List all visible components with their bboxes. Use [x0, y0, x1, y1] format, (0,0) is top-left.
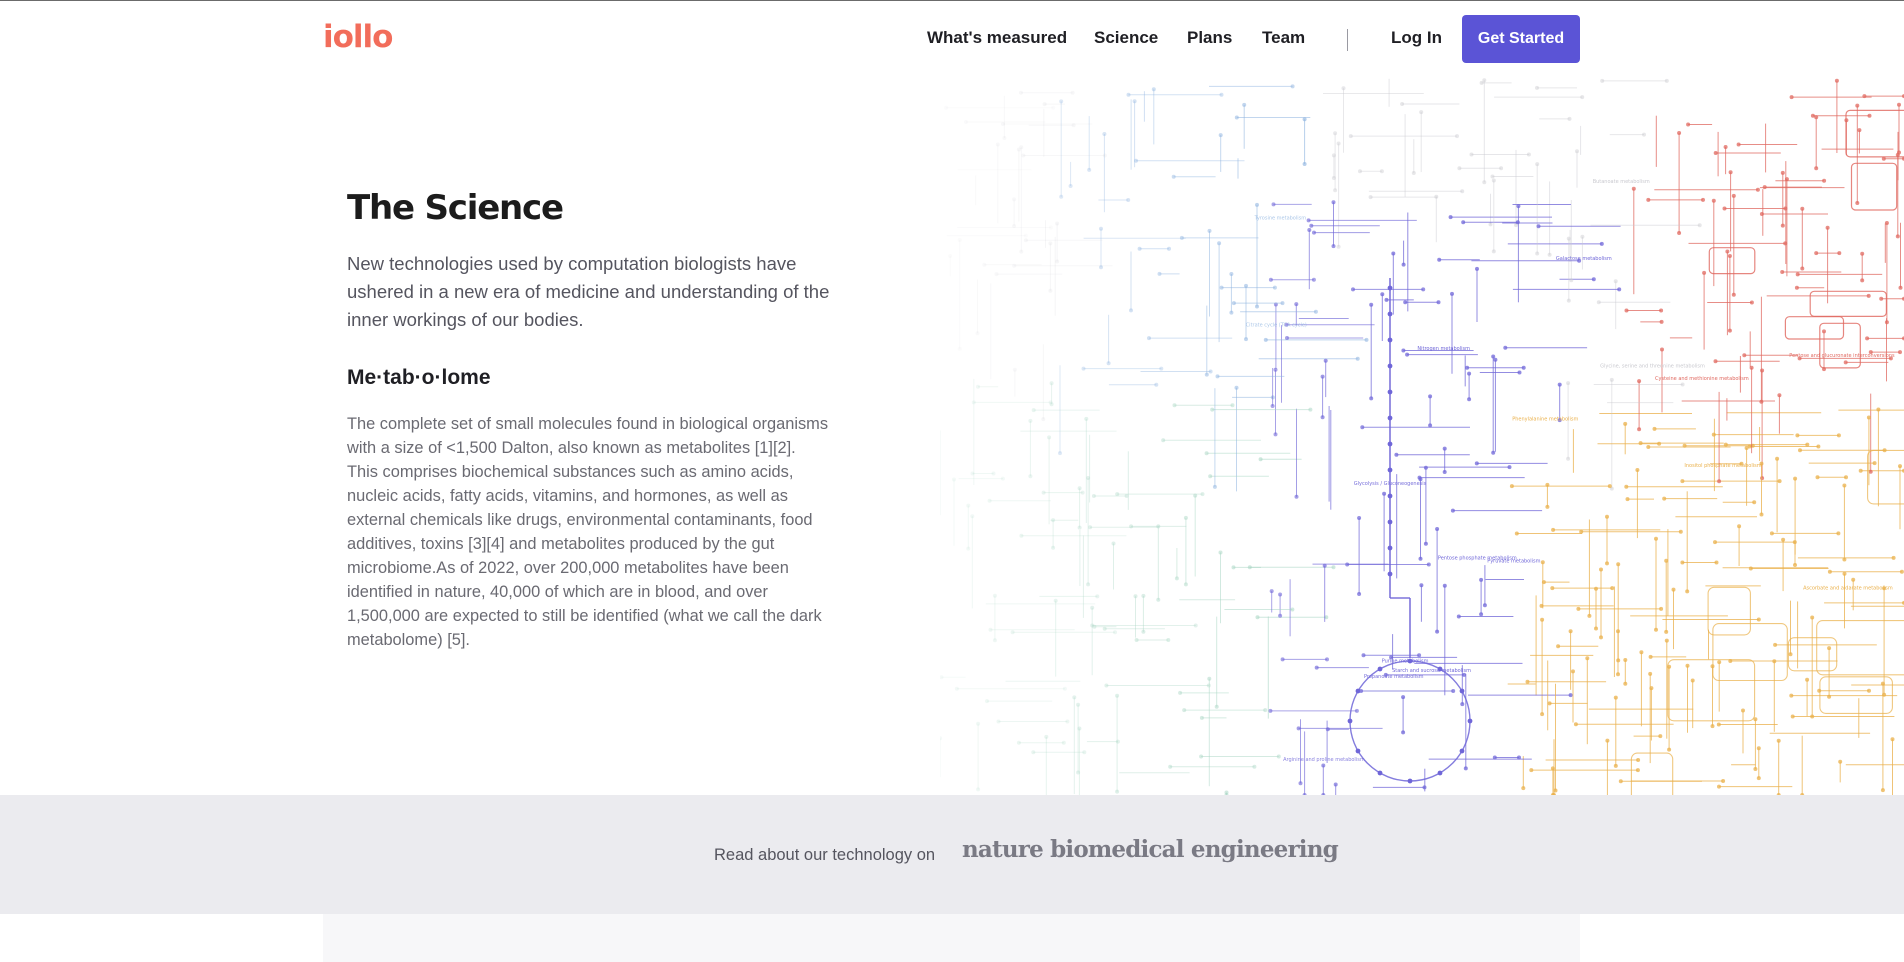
page-title: The Science [347, 188, 564, 228]
site-header: iollo What's measured Science Plans Team… [0, 1, 1904, 77]
get-started-button[interactable]: Get Started [1462, 15, 1580, 63]
pathway-label: Inositol phosphate metabolism [1684, 463, 1761, 469]
login-link[interactable]: Log In [1391, 28, 1442, 48]
press-band: Read about our technology on nature biom… [0, 795, 1904, 914]
pathway-label: Arginine and proline metabolism [1283, 757, 1365, 763]
pathway-label: Purine metabolism [1382, 659, 1429, 665]
pathway-label: Nitrogen metabolism [1417, 346, 1470, 352]
metabolome-heading: Me·tab·o·lome [347, 366, 491, 389]
press-text: Read about our technology on [714, 846, 936, 864]
pathway-label: Starch and sucrose metabolism [1392, 668, 1471, 674]
lead-paragraph: New technologies used by computation bio… [347, 253, 830, 330]
nav-plans[interactable]: Plans [1187, 28, 1232, 48]
pathway-label: Tyrosine metabolism [1254, 216, 1307, 222]
nav-team[interactable]: Team [1262, 28, 1305, 48]
nav-whats-measured[interactable]: What's measured [927, 28, 1067, 48]
nav-divider [1347, 29, 1348, 51]
iollo-logo[interactable]: iollo [323, 19, 393, 55]
pathway-label: Glycine, serine and threonine metabolism [1600, 364, 1705, 370]
pathway-map-graphic: Pentose and glucuronate interconversions… [940, 78, 1904, 795]
pathway-label: Citrate cycle (TCA cycle) [1246, 323, 1307, 329]
metabolic-pathway-map: Pentose and glucuronate interconversions… [940, 78, 1904, 795]
pathway-label: Butanoate metabolism [1593, 179, 1650, 185]
pathway-label: Galactose metabolism [1556, 256, 1612, 262]
science-intro: The Science New technologies used by com… [347, 188, 837, 652]
pathway-label: Propanoate metabolism [1364, 674, 1424, 680]
pathway-label: Glycolysis / Gluconeogenesis [1354, 481, 1427, 487]
pathway-label: Pentose and glucuronate interconversions [1789, 353, 1895, 359]
pathway-label: Cysteine and methionine metabolism [1655, 376, 1749, 382]
pathway-label: Pentose phosphate metabolism [1438, 555, 1517, 561]
pathway-label: Phenylalanine metabolism [1512, 417, 1578, 423]
next-section-card [323, 914, 1580, 962]
metabolome-definition: The complete set of small molecules foun… [347, 415, 829, 649]
nav-science[interactable]: Science [1094, 28, 1158, 48]
nature-biomedical-engineering-logo[interactable]: nature biomedical engineering [962, 836, 1339, 863]
pathway-label: Ascorbate and aldarate metabolism [1803, 586, 1893, 592]
